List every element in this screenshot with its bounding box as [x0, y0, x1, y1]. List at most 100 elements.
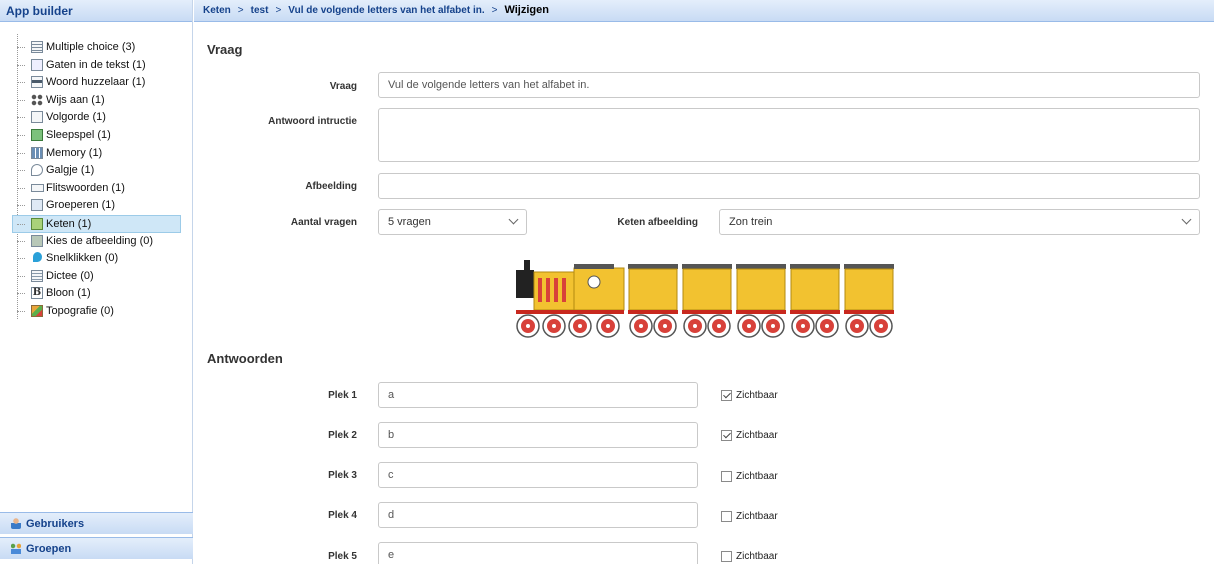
train-wheels — [516, 314, 893, 338]
keten-afbeelding-value: Zon trein — [729, 216, 773, 228]
plek-label: Plek 3 — [328, 470, 357, 481]
tree-branch — [17, 275, 25, 277]
wagon-chassis — [736, 310, 786, 314]
panel-groepen-label: Groepen — [26, 543, 72, 555]
tree-item-sleepspel[interactable]: Sleepspel (1) — [0, 127, 192, 145]
wagon-roof — [736, 264, 786, 269]
tree-branch — [17, 152, 25, 154]
tree-branch — [17, 240, 25, 242]
gaten-icon — [31, 58, 43, 71]
main-panel: Keten > test > Vul de volgende letters van h… — [194, 0, 1214, 564]
zichtbaar-checkbox[interactable] — [721, 511, 732, 522]
train-wheel-axle — [693, 324, 697, 328]
aantal-vragen-label: Aantal vragen — [290, 217, 357, 228]
tree-item-topografie[interactable]: Topografie (0) — [0, 303, 192, 321]
tree-item-dictee[interactable]: Dictee (0) — [0, 268, 192, 286]
afbeelding-input[interactable] — [378, 173, 1200, 199]
breadcrumb-separator: > — [275, 5, 282, 16]
train-wheel-axle — [639, 324, 643, 328]
plek-4-input[interactable]: d — [378, 502, 698, 528]
wagon-roof — [844, 264, 894, 269]
topografie-icon — [31, 304, 43, 317]
wagon-body — [736, 268, 786, 311]
train-wheel-axle — [552, 324, 556, 328]
wagon-chassis — [682, 310, 732, 314]
train-wheel-axle — [879, 324, 883, 328]
train-wheel-axle — [771, 324, 775, 328]
train-wheel-axle — [825, 324, 829, 328]
tree-item-bloon[interactable]: B Bloon (1) — [0, 285, 192, 303]
vraag-label: Vraag — [329, 81, 357, 92]
tree-item-snelklikken[interactable]: Snelklikken (0) — [0, 250, 192, 268]
breadcrumb-separator: > — [237, 5, 244, 16]
zichtbaar-2[interactable]: Zichtbaar — [721, 430, 778, 442]
tree-item-woord[interactable]: Woord huzzelaar (1) — [0, 74, 192, 92]
breadcrumb: Keten > test > Vul de volgende letters van h… — [194, 0, 1214, 22]
tree-item-multiple-choice[interactable]: Multiple choice (3) — [0, 39, 192, 57]
flitswoorden-icon — [31, 183, 44, 192]
tree-branch — [17, 170, 25, 172]
breadcrumb-vraag[interactable]: Vul de volgende letters van het alfabet … — [288, 5, 484, 16]
wagon-body — [790, 268, 840, 311]
wagon-body — [682, 268, 732, 311]
train-wheel-axle — [526, 324, 530, 328]
tree-item-gaten[interactable]: Gaten in de tekst (1) — [0, 57, 192, 75]
tree-item-galgje[interactable]: Galgje (1) — [0, 162, 192, 180]
keten-afbeelding-label: Keten afbeelding — [617, 217, 698, 228]
tree-item-kies-afbeelding[interactable]: Kies de afbeelding (0) — [0, 233, 192, 251]
tree-branch — [17, 310, 25, 312]
multiple-choice-icon — [31, 41, 43, 53]
tree-item-memory[interactable]: Memory (1) — [0, 145, 192, 163]
woord-icon — [31, 76, 43, 89]
aantal-vragen-select[interactable]: 5 vragen — [378, 209, 527, 235]
zichtbaar-3[interactable]: Zichtbaar — [721, 471, 778, 483]
tree-item-groeperen[interactable]: Groeperen (1) — [0, 197, 192, 215]
breadcrumb-keten[interactable]: Keten — [203, 5, 231, 16]
wagon-chassis — [844, 310, 894, 314]
plek-label: Plek 1 — [328, 390, 357, 401]
zichtbaar-5[interactable]: Zichtbaar — [721, 551, 778, 563]
zichtbaar-checkbox[interactable] — [721, 551, 732, 562]
zichtbaar-1[interactable]: Zichtbaar — [721, 390, 778, 402]
zichtbaar-4[interactable]: Zichtbaar — [721, 511, 778, 523]
panel-groepen[interactable]: Groepen — [0, 537, 193, 559]
sidebar: App builder Multiple choice (3) Gaten in… — [0, 0, 193, 564]
chevron-down-icon — [508, 214, 519, 225]
plek-label: Plek 4 — [328, 510, 357, 521]
vraag-input[interactable]: Vul de volgende letters van het alfabet … — [378, 72, 1200, 98]
plek-1-input[interactable]: a — [378, 382, 698, 408]
plek-label: Plek 2 — [328, 430, 357, 441]
tree-item-wijs-aan[interactable]: Wijs aan (1) — [0, 92, 192, 110]
tree-item-keten[interactable]: Keten (1) — [12, 214, 181, 233]
tree-item-flitswoorden[interactable]: Flitswoorden (1) — [0, 180, 192, 198]
afbeelding-label: Afbeelding — [305, 181, 357, 192]
sidebar-title: App builder — [0, 0, 192, 22]
antwoord-instructie-label: Antwoord intructie — [268, 116, 357, 127]
plek-3-input[interactable]: c — [378, 462, 698, 488]
keten-icon — [31, 217, 43, 230]
zichtbaar-checkbox[interactable] — [721, 430, 732, 441]
keten-afbeelding-select[interactable]: Zon trein — [719, 209, 1200, 235]
tree-branch — [17, 64, 25, 66]
breadcrumb-separator: > — [491, 5, 498, 16]
plek-5-input[interactable]: e — [378, 542, 698, 564]
tree-item-label: Gaten in de tekst (1) — [46, 58, 146, 71]
tree-branch — [17, 258, 25, 260]
tree-item-volgorde[interactable]: Volgorde (1) — [0, 109, 192, 127]
wagon-roof — [682, 264, 732, 269]
plek-2-input[interactable]: b — [378, 422, 698, 448]
panel-gebruikers[interactable]: Gebruikers — [0, 512, 193, 534]
breadcrumb-test[interactable]: test — [251, 5, 269, 16]
zichtbaar-checkbox[interactable] — [721, 390, 732, 401]
wagon-roof — [628, 264, 678, 269]
zichtbaar-checkbox[interactable] — [721, 471, 732, 482]
train-wheel-axle — [855, 324, 859, 328]
tree-branch — [17, 99, 25, 101]
section-antwoorden-title: Antwoorden — [207, 351, 283, 366]
groups-icon — [11, 543, 21, 554]
tree-branch — [17, 47, 25, 48]
wagon-body — [628, 268, 678, 311]
train-wheel-axle — [663, 324, 667, 328]
antwoord-instructie-textarea[interactable] — [378, 108, 1200, 162]
wagon-body — [844, 268, 894, 311]
